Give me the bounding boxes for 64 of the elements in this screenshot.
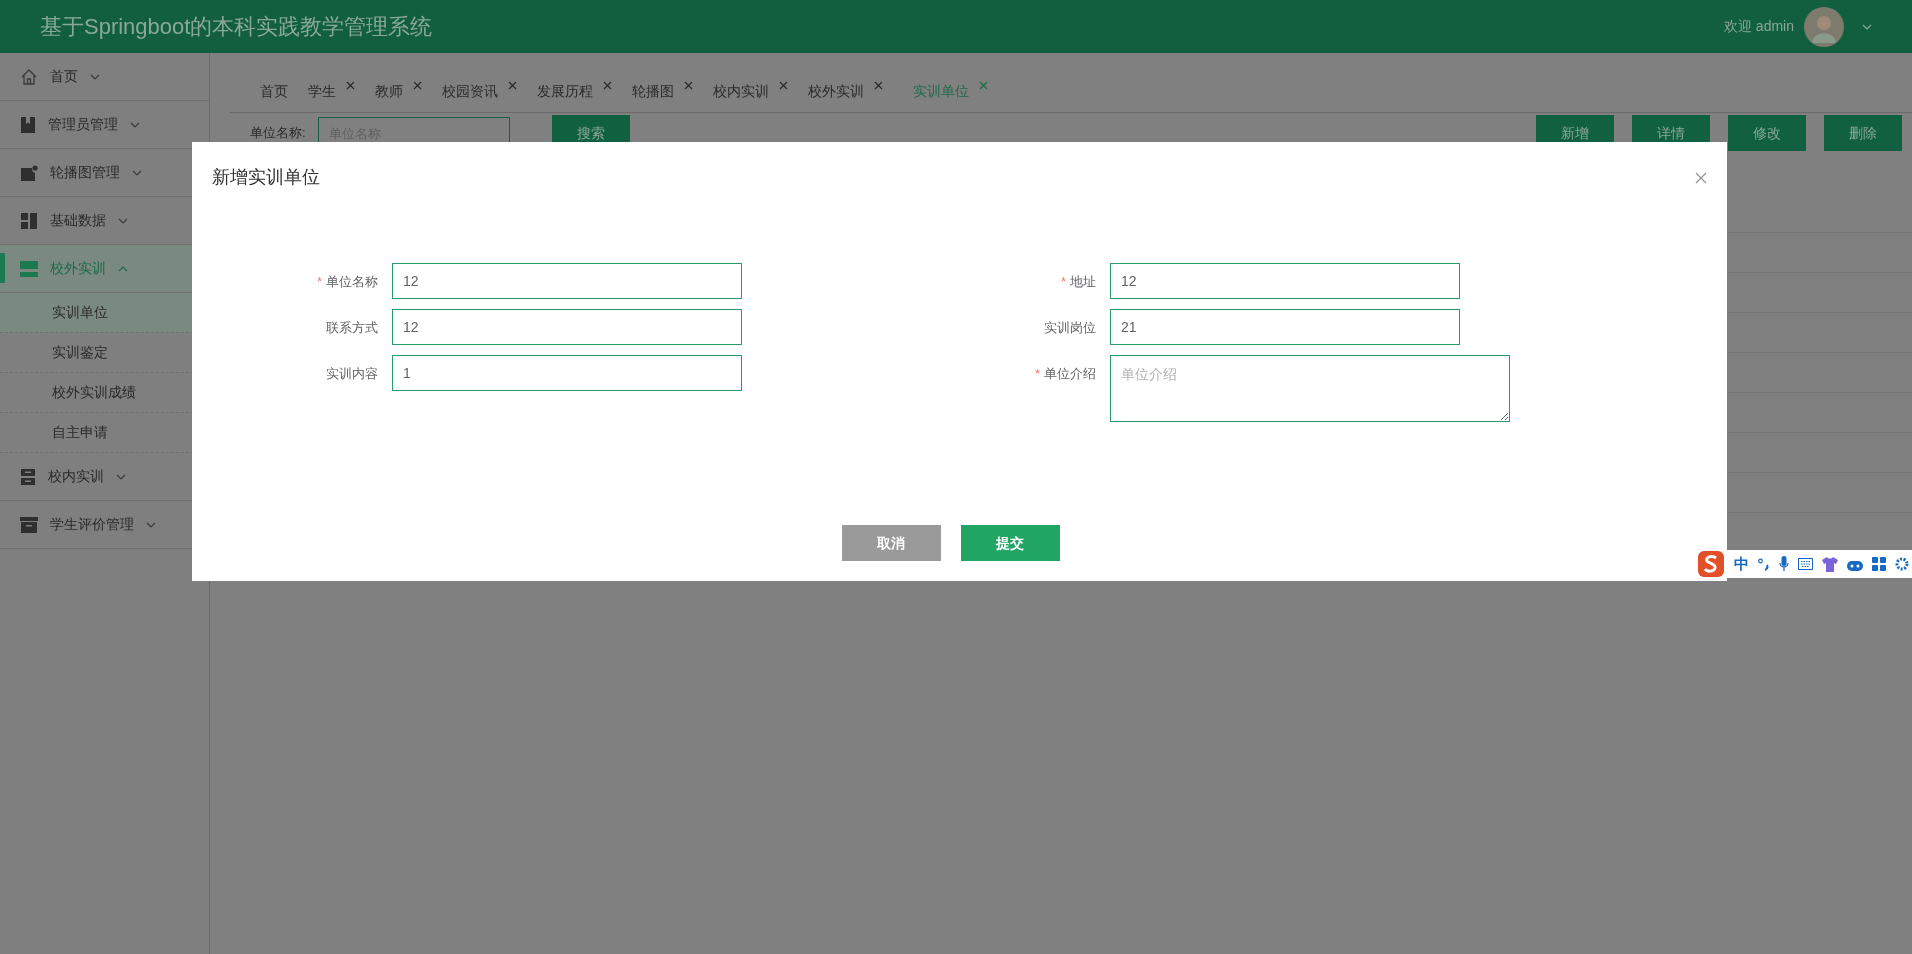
chevron-down-icon	[116, 473, 126, 480]
field-label: 地址	[1070, 273, 1096, 291]
required-asterisk: *	[1035, 365, 1040, 383]
chevron-down-icon	[118, 217, 128, 224]
required-asterisk: *	[1061, 273, 1066, 291]
field-label: 联系方式	[326, 319, 378, 337]
app-title: 基于Springboot的本科实践教学管理系统	[40, 13, 433, 41]
input-field[interactable]: 12	[392, 309, 742, 345]
close-icon[interactable]	[779, 81, 788, 90]
punctuation-icon[interactable]	[1758, 557, 1770, 571]
field-label: 单位名称	[326, 273, 378, 291]
ime-mode[interactable]: 中	[1734, 552, 1749, 576]
tab[interactable]: 教师	[375, 81, 422, 102]
ime-logo-icon[interactable]	[1697, 550, 1725, 578]
sidebar-item[interactable]: 首页	[0, 53, 209, 101]
cancel-button[interactable]: 取消	[841, 525, 941, 561]
close-icon[interactable]	[413, 81, 422, 90]
text-area[interactable]: 单位介绍	[1110, 355, 1510, 422]
chevron-down-icon	[132, 169, 142, 176]
field-label: 实训岗位	[1044, 319, 1096, 337]
home-icon	[20, 67, 38, 86]
tab[interactable]: 发展历程	[537, 81, 612, 102]
chevron-up-icon	[118, 265, 128, 272]
shirt-icon[interactable]	[1822, 556, 1838, 572]
picture-icon	[20, 163, 38, 182]
close-icon[interactable]	[684, 81, 693, 90]
microphone-icon[interactable]	[1779, 556, 1789, 572]
welcome-text: 欢迎 admin	[1723, 17, 1794, 36]
chevron-down-icon	[146, 521, 156, 528]
keyboard-icon[interactable]	[1798, 558, 1813, 570]
tab[interactable]: 校外实训	[808, 81, 883, 102]
close-icon[interactable]	[508, 81, 517, 90]
chevron-down-icon	[1862, 23, 1872, 30]
avatar-icon[interactable]	[1804, 6, 1844, 47]
input-field[interactable]: 1	[392, 355, 742, 391]
dialog-title: 新增实训单位	[212, 166, 320, 189]
apps-grid-icon[interactable]	[1872, 557, 1886, 571]
chevron-down-icon	[90, 73, 100, 80]
chevron-down-icon	[130, 121, 140, 128]
submit-button[interactable]: 提交	[960, 525, 1060, 561]
input-field[interactable]: 12	[1110, 263, 1460, 299]
close-icon[interactable]	[1695, 171, 1707, 184]
panel-icon	[20, 260, 38, 277]
dashboard-icon	[20, 211, 38, 230]
input-field[interactable]: 12	[392, 263, 742, 299]
tab[interactable]: 校内实训	[713, 81, 788, 102]
active-indicator	[0, 253, 5, 283]
tab[interactable]: 轮播图	[632, 81, 693, 102]
field-label: 单位介绍	[1044, 365, 1096, 383]
drawer-icon	[20, 467, 36, 486]
tab[interactable]: 首页	[260, 81, 288, 102]
tab[interactable]: 校园资讯	[442, 81, 517, 102]
close-icon[interactable]	[346, 81, 355, 90]
archive-icon	[20, 516, 38, 533]
search-label: 单位名称:	[250, 124, 306, 143]
input-field[interactable]: 21	[1110, 309, 1460, 345]
tab[interactable]: 学生	[308, 81, 355, 102]
action-button[interactable]: 删除	[1824, 115, 1902, 151]
field-label: 实训内容	[326, 365, 378, 383]
required-asterisk: *	[317, 273, 322, 291]
close-icon[interactable]	[874, 81, 883, 90]
close-icon[interactable]	[603, 81, 612, 90]
action-button[interactable]: 修改	[1728, 115, 1806, 151]
bookmark-book-icon	[20, 115, 36, 134]
